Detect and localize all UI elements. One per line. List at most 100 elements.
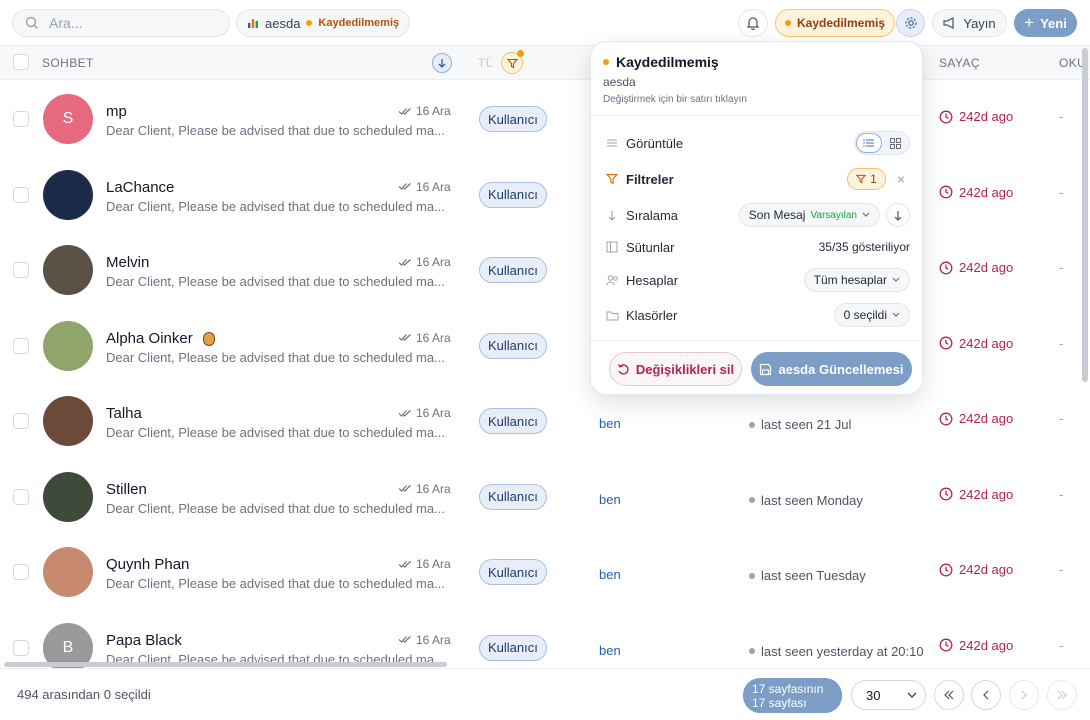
table-row[interactable]: Smp Dear Client, Please be advised that d…: [0, 81, 1090, 157]
sort-field-select[interactable]: Son Mesaj Varsayılan: [738, 203, 880, 227]
sort-direction-button[interactable]: [886, 203, 910, 227]
accounts-select[interactable]: Tüm hesaplar: [803, 268, 910, 292]
column-header-counter[interactable]: SAYAÇ: [939, 56, 980, 70]
role-badge[interactable]: Kullanıcı: [479, 181, 547, 208]
role-badge[interactable]: Kullanıcı: [479, 257, 547, 283]
read-value: -: [1059, 637, 1064, 653]
row-checkbox[interactable]: [13, 111, 29, 127]
assignee-link[interactable]: ben: [599, 643, 621, 658]
page-info-line2: 17 sayfası: [752, 696, 807, 710]
search-input[interactable]: Ara...: [12, 9, 230, 37]
row-checkbox[interactable]: [13, 564, 29, 580]
folders-select[interactable]: 0 seçildi: [833, 303, 910, 327]
table-row[interactable]: Talha Dear Client, Please be advised that…: [0, 383, 1090, 459]
read-value: -: [1059, 411, 1064, 426]
role-badge[interactable]: Kullanıcı: [479, 634, 547, 661]
notifications-button[interactable]: [738, 9, 768, 37]
row-checkbox[interactable]: [13, 488, 29, 505]
filters-count-badge[interactable]: 1: [847, 168, 886, 190]
double-check-icon: [398, 183, 411, 190]
sort-default-tag: Varsayılan: [810, 209, 857, 221]
clear-filters-button[interactable]: ×: [892, 171, 910, 187]
role-badge[interactable]: Kullanıcı: [479, 408, 547, 434]
table-row[interactable]: Melvin Dear Client, Please be advised tha…: [0, 232, 1090, 308]
row-checkbox[interactable]: [13, 413, 29, 429]
view-settings-popover: Kaydedilmemiş aesda Değiştirmek için bir…: [590, 41, 924, 395]
update-view-button[interactable]: aesda Güncellemesi: [751, 352, 912, 386]
popover-row-columns[interactable]: Sütunlar 35/35 gösteriliyor: [605, 234, 910, 260]
popover-hint: Değiştirmek için bir satırı tıklayın: [603, 94, 747, 105]
view-selector-chip[interactable]: aesda Kaydedilmemiş: [236, 9, 411, 37]
column-filter-button[interactable]: [501, 50, 524, 74]
divider: [591, 115, 924, 116]
chevrons-right-icon: [1057, 690, 1067, 700]
unsaved-changes-button[interactable]: Kaydedilmemiş: [775, 9, 896, 37]
row-checkbox[interactable]: [13, 337, 29, 354]
table-row[interactable]: LaChance Dear Client, Please be advised t…: [0, 156, 1090, 232]
table-header: SOHBET TÜ SAYAÇ OKU: [0, 46, 1090, 80]
message-date: 16 Ara: [398, 482, 451, 496]
page-size-select[interactable]: 30: [851, 680, 926, 710]
unsaved-dot: [306, 20, 313, 26]
view-mode-toggle[interactable]: [854, 131, 910, 155]
role-badge[interactable]: Kullanıcı: [479, 332, 547, 359]
double-check-icon: [398, 409, 411, 417]
avatar: [43, 396, 93, 446]
read-value: -: [1059, 184, 1064, 200]
presence-dot: [749, 648, 755, 654]
arrow-down-icon: [438, 59, 446, 68]
list-view-option[interactable]: [856, 133, 882, 153]
row-checkbox[interactable]: [13, 186, 29, 203]
table-row[interactable]: Stillen Dear Client, Please be advised th…: [0, 458, 1090, 534]
row-checkbox[interactable]: [13, 639, 29, 656]
select-all-checkbox[interactable]: [13, 54, 29, 70]
chevron-down-icon: [862, 212, 870, 217]
first-page-button[interactable]: [934, 680, 964, 710]
sort-toggle-button[interactable]: [432, 53, 452, 73]
last-seen-text: last seen Tuesday: [761, 568, 866, 583]
column-header-chat[interactable]: SOHBET: [42, 56, 94, 70]
divider: [591, 340, 924, 341]
clock-icon: [939, 487, 953, 501]
last-seen-text: last seen Monday: [761, 492, 863, 508]
view-name: aesda: [265, 15, 301, 31]
grid-view-option[interactable]: [882, 133, 908, 153]
vertical-scrollbar[interactable]: [1082, 48, 1088, 382]
role-badge[interactable]: Kullanıcı: [479, 106, 547, 132]
page-info-line1: 17 sayfasının: [752, 682, 824, 696]
horizontal-scrollbar[interactable]: [4, 662, 447, 667]
last-page-button[interactable]: [1047, 680, 1077, 710]
role-badge[interactable]: Kullanıcı: [479, 483, 547, 510]
filters-label: Filtreler: [626, 171, 674, 187]
counter-text: 242d ago: [959, 411, 1014, 426]
next-page-button[interactable]: [1009, 680, 1039, 710]
view-settings-button[interactable]: [896, 9, 925, 37]
message-preview: Dear Client, Please be advised that due …: [106, 198, 445, 214]
contact-name: Papa Black: [106, 631, 182, 649]
row-checkbox[interactable]: [13, 262, 29, 278]
clock-icon: [939, 563, 953, 576]
double-check-icon: [398, 636, 411, 643]
discard-changes-button[interactable]: Değişiklikleri sil: [609, 352, 742, 386]
role-badge[interactable]: Kullanıcı: [479, 559, 547, 585]
last-seen: last seen 21 Jul: [749, 417, 851, 432]
popover-row-accounts: Hesaplar Tüm hesaplar: [605, 267, 910, 293]
popover-row-filters[interactable]: Filtreler 1 ×: [605, 166, 910, 192]
chevrons-left-icon: [944, 690, 954, 700]
emoji-badge-icon: [203, 331, 215, 346]
previous-page-button[interactable]: [971, 680, 1001, 710]
publish-button[interactable]: Yayın: [932, 9, 1007, 37]
folder-icon: [605, 308, 619, 322]
avatar-initial: S: [62, 110, 74, 127]
column-header-type[interactable]: TÜ: [478, 56, 492, 70]
assignee-link[interactable]: ben: [599, 492, 621, 507]
chat-table-body: Smp Dear Client, Please be advised that d…: [0, 81, 1090, 668]
assignee-link[interactable]: ben: [599, 567, 621, 582]
table-row[interactable]: B Papa Black Dear Client, Please be advise…: [0, 609, 1090, 668]
assignee-link[interactable]: ben: [599, 416, 621, 431]
new-button[interactable]: + Yeni: [1014, 9, 1077, 37]
table-row[interactable]: Quynh Phan Dear Client, Please be advised…: [0, 534, 1090, 610]
avatar: [43, 547, 93, 597]
table-row[interactable]: Alpha Oinker Dear Client, Please be advis…: [0, 307, 1090, 383]
megaphone-icon: [943, 17, 954, 29]
